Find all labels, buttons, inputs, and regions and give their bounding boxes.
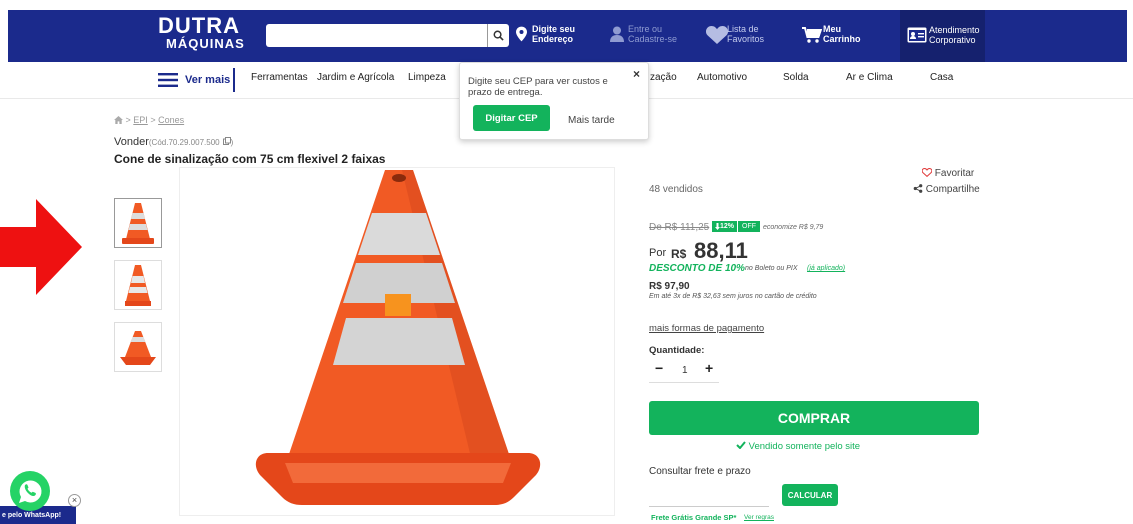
cart-line2: Carrinho xyxy=(823,34,861,44)
whatsapp-icon[interactable] xyxy=(9,470,51,512)
favorite-button[interactable]: Favoritar xyxy=(921,167,975,179)
breadcrumb-sep: > xyxy=(150,115,156,125)
menu-label: Ver mais xyxy=(185,74,231,86)
cart-line1: Meu xyxy=(823,24,841,34)
off-badge: OFF xyxy=(738,221,760,232)
cone-thumbnail-icon xyxy=(122,203,154,244)
product-brand: Vonder xyxy=(114,136,149,148)
quantity-underline xyxy=(649,382,719,383)
logo-bottom[interactable]: MÁQUINAS xyxy=(166,36,245,51)
more-payment-link[interactable]: mais formas de pagamento xyxy=(649,323,764,334)
sold-by-site: Vendido somente pelo site xyxy=(736,441,860,452)
sold-count: 48 vendidos xyxy=(649,184,703,195)
quantity-value[interactable]: 1 xyxy=(682,365,688,376)
quantity-plus-button[interactable]: + xyxy=(705,360,713,376)
breadcrumb-epi[interactable]: EPI xyxy=(133,115,148,125)
site-header: DUTRA MÁQUINAS Digite seu Endereço Entre… xyxy=(0,0,1133,62)
discount-badge: 12% xyxy=(712,221,737,232)
cart-icon xyxy=(802,27,822,43)
product-main-image[interactable] xyxy=(179,167,615,516)
sold-by-label: Vendido somente pelo site xyxy=(748,441,861,452)
corp-line1: Atendimento xyxy=(929,25,980,35)
wishlist-line1: Lista de xyxy=(727,24,759,34)
price-currency: R$ xyxy=(671,247,687,261)
heart-outline-icon xyxy=(921,167,933,178)
share-button[interactable]: Compartilhe xyxy=(913,184,980,195)
nav-item-jardim[interactable]: Jardim e Agrícola xyxy=(317,72,394,83)
old-price: De R$ 111,25 xyxy=(649,222,710,233)
check-icon xyxy=(736,441,746,450)
cone-thumbnail-icon xyxy=(125,265,151,306)
nav-item-ferramentas[interactable]: Ferramentas xyxy=(251,72,308,83)
search-icon xyxy=(493,30,504,41)
product-code: (Cód.70.29.007.500 xyxy=(148,138,220,147)
corp-line2: Corporativo xyxy=(929,35,976,45)
breadcrumb-sep: > xyxy=(125,115,131,125)
share-icon xyxy=(913,184,923,193)
card-price: R$ 97,90 xyxy=(649,281,690,292)
traffic-cone-image xyxy=(255,170,541,505)
breadcrumb: > EPI > Cones xyxy=(114,115,184,125)
buy-button[interactable]: COMPRAR xyxy=(649,401,979,435)
search-input[interactable] xyxy=(266,24,509,47)
cep-input-underline[interactable] xyxy=(649,506,769,507)
product-title: Cone de sinalização com 75 cm flexivel 2… xyxy=(114,152,386,166)
home-icon[interactable] xyxy=(114,116,123,124)
copy-icon[interactable] xyxy=(222,137,231,145)
red-arrow-annotation xyxy=(0,199,82,295)
quantity-minus-button[interactable]: − xyxy=(655,360,663,376)
free-shipping-text: Frete Grátis Grande SP* xyxy=(651,513,737,522)
login-line2: Cadastre-se xyxy=(628,34,678,44)
login-line1: Entre ou xyxy=(628,24,663,34)
rules-link[interactable]: Ver regras xyxy=(744,514,774,521)
price-value: 88,11 xyxy=(694,238,748,263)
share-label: Compartilhe xyxy=(925,184,980,195)
discount-pct: 12% xyxy=(719,223,734,230)
nav-item-casa[interactable]: Casa xyxy=(930,72,953,83)
calculate-shipping-button[interactable]: CALCULAR xyxy=(782,484,838,506)
cone-thumbnail-icon xyxy=(120,331,156,365)
nav-item-ar-clima[interactable]: Ar e Clima xyxy=(846,72,893,83)
thumbnail-2[interactable] xyxy=(114,260,162,310)
economy-text: economize R$ 9,79 xyxy=(763,224,824,231)
discount-text: DESCONTO DE 10% xyxy=(649,263,745,274)
nav-item-automotivo[interactable]: Automotivo xyxy=(697,72,747,83)
id-card-icon xyxy=(907,27,927,43)
product-brand-line: Vonder(Cód.70.29.007.500 ) xyxy=(114,136,233,148)
whatsapp-close-icon[interactable]: × xyxy=(68,494,81,507)
nav-item-sinalizacao[interactable]: zação xyxy=(650,72,677,83)
wishlist-line2: Favoritos xyxy=(727,34,765,44)
later-button[interactable]: Mais tarde xyxy=(568,115,615,126)
thumbnail-3[interactable] xyxy=(114,322,162,372)
search-button[interactable] xyxy=(487,24,509,47)
popup-text: Digite seu CEP para ver custos e prazo d… xyxy=(468,76,608,98)
address-line1: Digite seu xyxy=(532,24,576,34)
heart-icon xyxy=(706,26,728,44)
hamburger-icon xyxy=(158,73,178,87)
menu-toggle[interactable]: Ver mais xyxy=(158,70,236,92)
nav-item-limpeza[interactable]: Limpeza xyxy=(408,72,446,83)
discount-applied[interactable]: (já aplicado) xyxy=(807,265,845,272)
shipping-label: Consultar frete e prazo xyxy=(649,466,751,477)
address-line2: Endereço xyxy=(532,34,574,44)
enter-cep-button[interactable]: Digitar CEP xyxy=(473,105,550,131)
map-pin-icon xyxy=(516,26,527,42)
price-por: Por xyxy=(649,247,667,259)
discount-tail: no Boleto ou PIX xyxy=(745,265,798,272)
thumbnail-1[interactable] xyxy=(114,198,162,248)
whatsapp-label: e pelo WhatsApp! xyxy=(2,511,62,519)
product-code-end: ) xyxy=(230,138,234,147)
corporate-button[interactable]: Atendimento Corporativo xyxy=(900,10,985,62)
cep-popup: Digite seu CEP para ver custos e prazo d… xyxy=(459,62,649,140)
user-icon xyxy=(610,26,624,42)
nav-item-solda[interactable]: Solda xyxy=(783,72,809,83)
close-icon[interactable]: × xyxy=(633,67,640,81)
breadcrumb-cones[interactable]: Cones xyxy=(158,115,184,125)
nav-divider xyxy=(233,68,235,92)
favorite-label: Favoritar xyxy=(934,168,975,179)
quantity-label: Quantidade: xyxy=(649,345,705,356)
installments-text: Em até 3x de R$ 32,63 sem juros no cartã… xyxy=(649,293,817,300)
